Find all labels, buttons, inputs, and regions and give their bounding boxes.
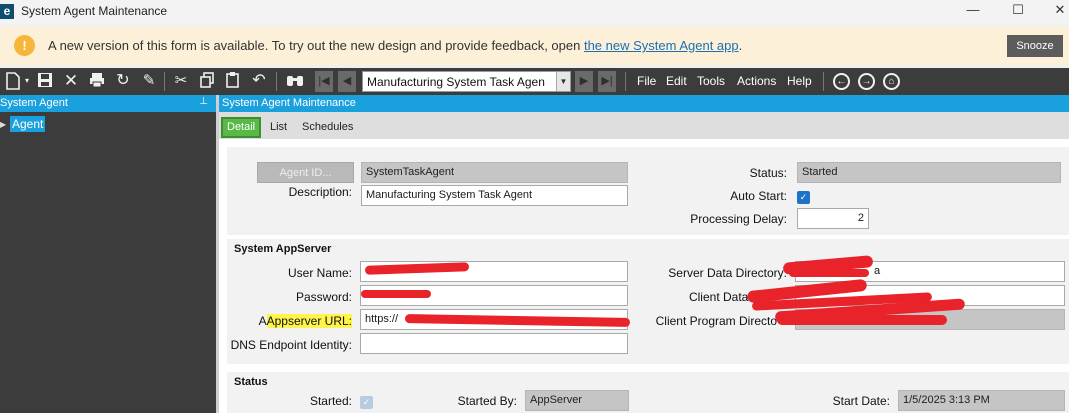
detail-form: Agent ID... SystemTaskAgent Description:… bbox=[219, 139, 1069, 413]
started-checkbox: ✓ bbox=[360, 396, 373, 409]
banner-text: A new version of this form is available.… bbox=[48, 38, 584, 53]
toolbar-separator bbox=[823, 72, 824, 91]
status-field: Started bbox=[797, 162, 1061, 183]
status-label: Status: bbox=[749, 166, 787, 180]
app-logo: e bbox=[0, 4, 14, 19]
print-icon[interactable] bbox=[88, 72, 106, 90]
paste-icon[interactable] bbox=[224, 72, 242, 90]
appserver-group: System AppServer User Name: Password: AA… bbox=[227, 239, 1069, 364]
toolbar-separator bbox=[625, 72, 626, 91]
first-record-icon[interactable]: |◀ bbox=[315, 71, 333, 92]
description-field[interactable]: Manufacturing System Task Agent bbox=[361, 185, 628, 206]
processing-delay-field[interactable]: 2 bbox=[797, 208, 869, 229]
server-data-dir-label: Server Data Directory: bbox=[668, 266, 787, 280]
undo-icon[interactable]: ↶ bbox=[250, 72, 268, 90]
chevron-down-icon[interactable]: ▼ bbox=[556, 72, 570, 91]
prev-record-icon[interactable]: ◀ bbox=[338, 71, 356, 92]
tree-panel: System Agent ⊥ ▶ Agent bbox=[0, 95, 216, 413]
user-name-label: User Name: bbox=[287, 266, 352, 280]
tree-item-agent[interactable]: Agent bbox=[10, 116, 46, 132]
clear-icon[interactable]: ✎ bbox=[140, 72, 158, 90]
tree-panel-header: System Agent ⊥ bbox=[0, 95, 216, 112]
save-icon[interactable] bbox=[36, 72, 54, 90]
home-icon[interactable]: ⌂ bbox=[883, 73, 900, 90]
menu-edit[interactable]: Edit bbox=[666, 74, 687, 88]
search-icon[interactable] bbox=[286, 72, 304, 90]
agent-id-button[interactable]: Agent ID... bbox=[257, 162, 354, 183]
agent-group: Agent ID... SystemTaskAgent Description:… bbox=[227, 147, 1069, 235]
record-selector-value: Manufacturing System Task Agen bbox=[367, 75, 545, 89]
last-record-icon[interactable]: ▶| bbox=[598, 71, 616, 92]
new-app-link[interactable]: the new System Agent app bbox=[584, 38, 739, 53]
appserver-url-label-highlighted: Appserver URL: bbox=[266, 314, 352, 328]
new-version-banner: ! A new version of this form is availabl… bbox=[0, 27, 1069, 65]
snooze-button[interactable]: Snooze bbox=[1007, 35, 1063, 57]
auto-start-label: Auto Start: bbox=[730, 189, 787, 203]
agent-id-field: SystemTaskAgent bbox=[361, 162, 628, 183]
redaction-mark bbox=[777, 315, 947, 325]
tab-detail[interactable]: Detail bbox=[221, 117, 262, 138]
tree-panel-title: System Agent bbox=[0, 97, 68, 109]
description-label: Description: bbox=[288, 185, 352, 199]
client-program-dir-label: Client Program Directo bbox=[655, 314, 777, 328]
menu-help[interactable]: Help bbox=[787, 74, 812, 88]
copy-icon[interactable] bbox=[198, 72, 216, 90]
pin-icon[interactable]: ⊥ bbox=[199, 96, 208, 107]
start-date-label: Start Date: bbox=[832, 394, 890, 408]
cut-icon[interactable]: ✂ bbox=[172, 72, 190, 90]
window-title: System Agent Maintenance bbox=[21, 4, 168, 18]
record-selector[interactable]: Manufacturing System Task Agen ▼ bbox=[362, 71, 571, 92]
maximize-button[interactable]: ☐ bbox=[998, 1, 1038, 21]
menu-actions[interactable]: Actions bbox=[737, 74, 776, 88]
started-label: Started: bbox=[309, 394, 352, 408]
next-record-icon[interactable]: ▶ bbox=[575, 71, 593, 92]
banner-suffix: . bbox=[738, 38, 743, 53]
new-icon[interactable] bbox=[4, 72, 22, 90]
refresh-icon[interactable]: ↻ bbox=[114, 72, 132, 90]
back-icon[interactable]: ← bbox=[833, 73, 850, 90]
appserver-group-title: System AppServer bbox=[234, 243, 332, 255]
status-group-title: Status bbox=[234, 376, 268, 388]
close-button[interactable]: ✕ bbox=[1040, 1, 1069, 21]
processing-delay-label: Processing Delay: bbox=[690, 212, 787, 226]
appserver-url-label: AAppserver URL: bbox=[258, 314, 352, 328]
banner-message: A new version of this form is available.… bbox=[48, 38, 742, 53]
menu-tools[interactable]: Tools bbox=[697, 74, 725, 88]
started-by-field: AppServer bbox=[525, 390, 629, 411]
tab-strip: Detail List Schedules bbox=[219, 112, 1069, 139]
forward-icon[interactable]: → bbox=[858, 73, 875, 90]
toolbar: ▾ ✕ ↻ ✎ ✂ ↶ |◀ ◀ Manufacturing System Ta… bbox=[0, 68, 1069, 95]
warning-icon: ! bbox=[14, 35, 35, 56]
dns-endpoint-label: DNS Endpoint Identity: bbox=[230, 338, 352, 352]
auto-start-checkbox[interactable]: ✓ bbox=[797, 191, 810, 204]
main-panel: System Agent Maintenance Detail List Sch… bbox=[219, 95, 1069, 413]
redaction-mark bbox=[361, 290, 431, 298]
tab-list[interactable]: List bbox=[266, 117, 291, 138]
tab-schedules[interactable]: Schedules bbox=[298, 117, 357, 138]
expand-arrow-icon[interactable]: ▶ bbox=[0, 120, 6, 129]
main-panel-header: System Agent Maintenance bbox=[219, 95, 1069, 112]
started-by-label: Started By: bbox=[457, 394, 517, 408]
window-titlebar: e System Agent Maintenance — ☐ ✕ bbox=[0, 0, 1069, 24]
dns-endpoint-field[interactable] bbox=[360, 333, 628, 354]
delete-icon[interactable]: ✕ bbox=[62, 72, 80, 90]
menu-file[interactable]: File bbox=[637, 74, 656, 88]
redaction-mark bbox=[789, 269, 869, 277]
toolbar-separator bbox=[276, 72, 277, 91]
new-dropdown-icon[interactable]: ▾ bbox=[22, 72, 32, 90]
minimize-button[interactable]: — bbox=[953, 1, 993, 21]
main-panel-title: System Agent Maintenance bbox=[222, 97, 356, 109]
status-group: Status Started: ✓ Started By: AppServer … bbox=[227, 372, 1069, 413]
password-label: Password: bbox=[295, 290, 352, 304]
toolbar-separator bbox=[164, 72, 165, 91]
start-date-field: 1/5/2025 3:13 PM bbox=[898, 390, 1065, 411]
